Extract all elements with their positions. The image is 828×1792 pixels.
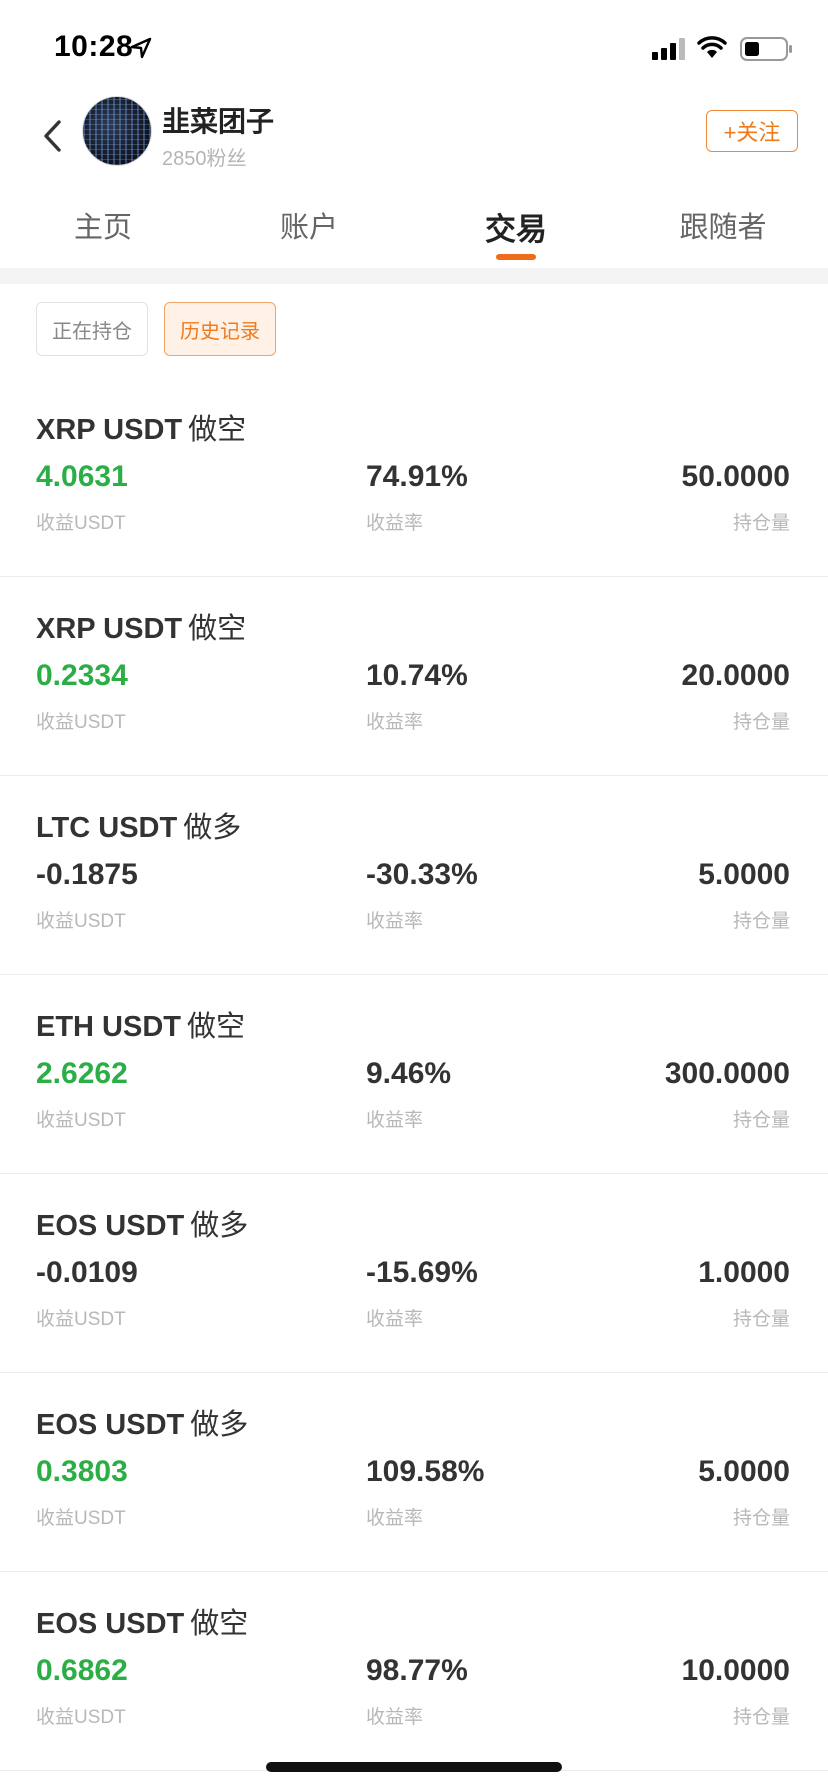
trade-direction: 做空 bbox=[188, 613, 247, 645]
return-rate-label: 收益率 bbox=[366, 513, 424, 534]
return-rate-label: 收益率 bbox=[366, 911, 424, 932]
tab-account[interactable]: 账户 bbox=[249, 204, 369, 246]
profit-label: 收益USDT bbox=[36, 1707, 126, 1728]
trade-position-size: 20.0000 bbox=[681, 659, 790, 692]
trade-row[interactable]: XRP USDT 做空 0.2334 10.74% 20.0000 收益USDT 收益率 持仓… bbox=[0, 577, 828, 776]
profit-label: 收益USDT bbox=[36, 513, 126, 534]
trade-direction: 做多 bbox=[190, 1409, 249, 1441]
filter-history[interactable]: 历史记录 bbox=[164, 302, 276, 356]
trade-row[interactable]: EOS USDT 做多 0.3803 109.58% 5.0000 收益USDT 收益率 持仓… bbox=[0, 1373, 828, 1572]
trade-return-rate: 74.91% bbox=[366, 460, 468, 493]
position-size-label: 持仓量 bbox=[732, 1110, 790, 1131]
trade-return-rate: 10.74% bbox=[366, 659, 468, 692]
trade-pair: EOS USDT 做多 bbox=[36, 1202, 248, 1244]
trade-position-size: 50.0000 bbox=[681, 460, 790, 493]
section-divider bbox=[0, 268, 828, 284]
trade-return-rate: 9.46% bbox=[366, 1057, 452, 1090]
return-rate-label: 收益率 bbox=[366, 1707, 424, 1728]
position-size-label: 持仓量 bbox=[732, 712, 790, 733]
trade-position-size: 1.0000 bbox=[698, 1256, 790, 1289]
trade-direction: 做空 bbox=[187, 1011, 246, 1043]
trade-position-size: 300.0000 bbox=[664, 1057, 790, 1090]
trade-pair-symbol: XRP USDT bbox=[36, 414, 183, 446]
return-rate-label: 收益率 bbox=[366, 712, 424, 733]
trade-row[interactable]: LTC USDT 做多 -0.1875 -30.33% 5.0000 收益USDT 收益率 持… bbox=[0, 776, 828, 975]
tab-followers[interactable]: 跟随者 bbox=[663, 204, 783, 246]
trade-direction: 做空 bbox=[188, 414, 247, 446]
trade-profit-value: 0.6862 bbox=[36, 1654, 128, 1687]
position-size-label: 持仓量 bbox=[732, 911, 790, 932]
username: 韭菜团子 bbox=[162, 106, 275, 137]
active-tab-indicator bbox=[496, 254, 536, 260]
position-size-label: 持仓量 bbox=[732, 513, 790, 534]
trade-profit-value: 0.3803 bbox=[36, 1455, 128, 1488]
wifi-icon bbox=[697, 36, 727, 58]
filter-open-positions[interactable]: 正在持仓 bbox=[36, 302, 148, 356]
profit-label: 收益USDT bbox=[36, 1110, 126, 1131]
trade-profit-value: 4.0631 bbox=[36, 460, 128, 493]
trade-pair: EOS USDT 做多 bbox=[36, 1401, 248, 1443]
trade-pair-symbol: LTC USDT bbox=[36, 812, 178, 844]
trade-position-size: 10.0000 bbox=[681, 1654, 790, 1687]
trade-direction: 做多 bbox=[183, 812, 242, 844]
trade-direction: 做多 bbox=[190, 1210, 249, 1242]
trade-pair: ETH USDT 做空 bbox=[36, 1003, 245, 1045]
trade-pair-symbol: XRP USDT bbox=[36, 613, 183, 645]
trade-return-rate: -30.33% bbox=[366, 858, 478, 891]
cellular-signal-icon bbox=[652, 38, 685, 60]
trade-history-list: XRP USDT 做空 4.0631 74.91% 50.0000 收益USDT 收益率 持仓… bbox=[0, 378, 828, 1771]
trade-pair: EOS USDT 做空 bbox=[36, 1600, 248, 1642]
return-rate-label: 收益率 bbox=[366, 1309, 424, 1330]
trade-position-size: 5.0000 bbox=[698, 858, 790, 891]
return-rate-label: 收益率 bbox=[366, 1110, 424, 1131]
profile-header: 韭菜团子 2850粉丝 +关注 bbox=[0, 96, 828, 196]
trade-pair: XRP USDT 做空 bbox=[36, 605, 246, 647]
position-size-label: 持仓量 bbox=[732, 1309, 790, 1330]
trade-direction: 做空 bbox=[190, 1608, 249, 1640]
location-arrow-icon bbox=[130, 37, 152, 59]
trade-pair-symbol: EOS USDT bbox=[36, 1210, 185, 1242]
follow-button[interactable]: +关注 bbox=[706, 110, 798, 152]
trade-row[interactable]: XRP USDT 做空 4.0631 74.91% 50.0000 收益USDT 收益率 持仓… bbox=[0, 378, 828, 577]
profit-label: 收益USDT bbox=[36, 911, 126, 932]
profit-label: 收益USDT bbox=[36, 1309, 126, 1330]
trade-pair-symbol: EOS USDT bbox=[36, 1608, 185, 1640]
profile-tabs: 主页 账户 交易 跟随者 bbox=[0, 196, 828, 268]
trade-filter-group: 正在持仓 历史记录 bbox=[0, 302, 828, 358]
trade-profit-value: 0.2334 bbox=[36, 659, 128, 692]
profit-label: 收益USDT bbox=[36, 712, 126, 733]
trade-return-rate: 98.77% bbox=[366, 1654, 468, 1687]
trade-row[interactable]: ETH USDT 做空 2.6262 9.46% 300.0000 收益USDT 收益率 持仓… bbox=[0, 975, 828, 1174]
position-size-label: 持仓量 bbox=[732, 1707, 790, 1728]
trade-profit-value: -0.0109 bbox=[36, 1256, 138, 1289]
trade-row[interactable]: EOS USDT 做空 0.6862 98.77% 10.0000 收益USDT 收益率 持仓… bbox=[0, 1572, 828, 1771]
tab-trade[interactable]: 交易 bbox=[456, 204, 576, 249]
avatar[interactable] bbox=[82, 96, 152, 166]
return-rate-label: 收益率 bbox=[366, 1508, 424, 1529]
back-chevron-icon[interactable] bbox=[38, 116, 68, 156]
trade-return-rate: -15.69% bbox=[366, 1256, 478, 1289]
tab-home[interactable]: 主页 bbox=[43, 204, 163, 246]
status-time: 10:28 bbox=[54, 30, 134, 63]
trade-profit-value: -0.1875 bbox=[36, 858, 138, 891]
trade-profit-value: 2.6262 bbox=[36, 1057, 128, 1090]
home-indicator bbox=[266, 1762, 562, 1772]
trade-pair: XRP USDT 做空 bbox=[36, 406, 246, 448]
status-bar: 10:28 bbox=[0, 0, 828, 96]
battery-icon bbox=[740, 37, 792, 61]
trade-row[interactable]: EOS USDT 做多 -0.0109 -15.69% 1.0000 收益USDT 收益率 持… bbox=[0, 1174, 828, 1373]
profit-label: 收益USDT bbox=[36, 1508, 126, 1529]
trade-position-size: 5.0000 bbox=[698, 1455, 790, 1488]
trade-pair: LTC USDT 做多 bbox=[36, 804, 241, 846]
follower-count: 2850粉丝 bbox=[162, 148, 247, 170]
trade-pair-symbol: EOS USDT bbox=[36, 1409, 185, 1441]
trade-return-rate: 109.58% bbox=[366, 1455, 485, 1488]
position-size-label: 持仓量 bbox=[732, 1508, 790, 1529]
trade-pair-symbol: ETH USDT bbox=[36, 1011, 181, 1043]
